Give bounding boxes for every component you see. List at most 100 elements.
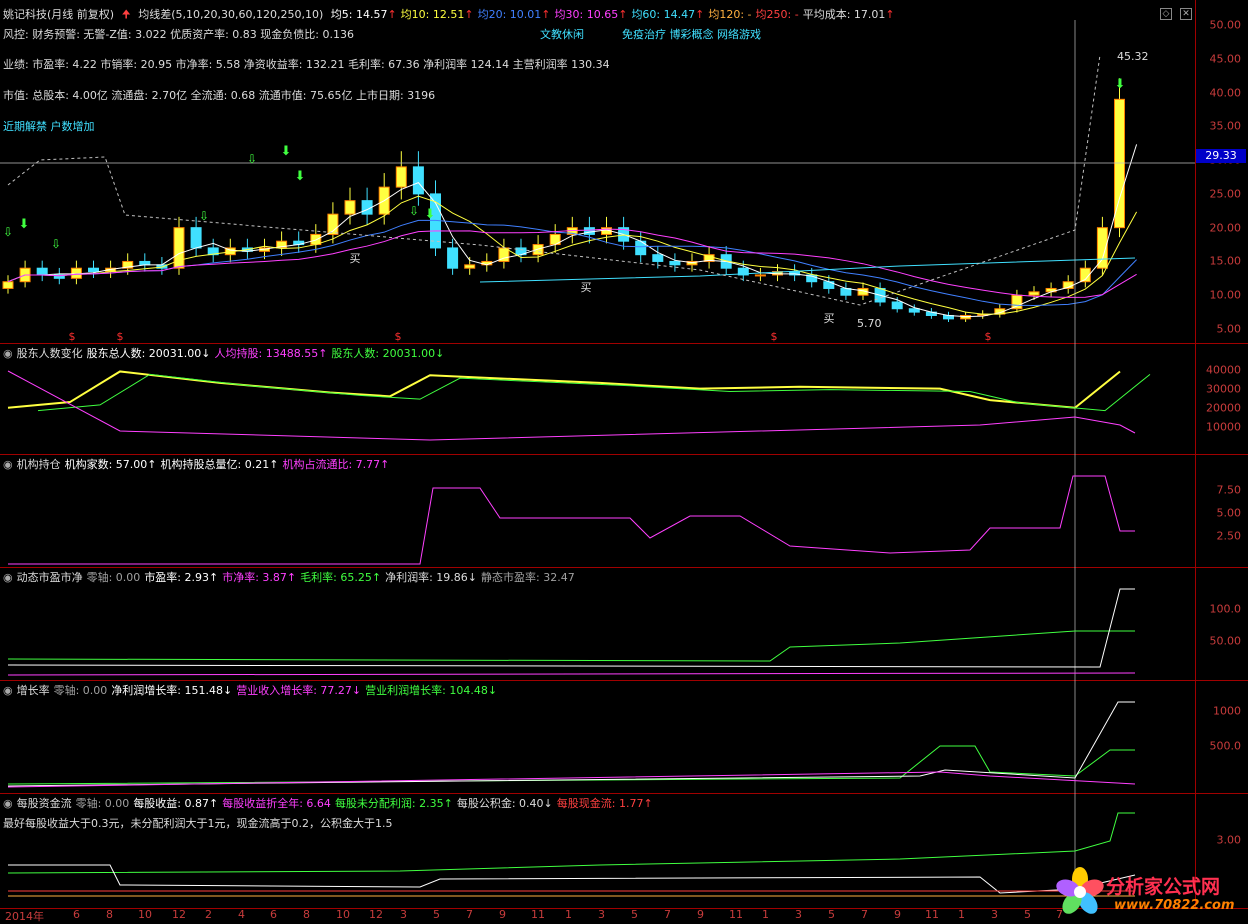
time-tick: 1 [958, 908, 965, 921]
candle-body[interactable] [412, 166, 424, 195]
price-panel[interactable]: ⬇ ⬇ ⬇ ⬇ ⬇ ⇩ ⇩ ⇩ ⇩ ⇩ $ $ $ $ $ 买买买 姚记科技(月线 前复权) 🠉 均线差(5,… [0, 0, 1195, 343]
indicator-value: 每股收益: 0.87↑ [133, 797, 219, 810]
indicator-value: 机构持仓 [16, 458, 61, 471]
candle-body[interactable] [344, 200, 356, 215]
candle-body[interactable] [447, 247, 459, 269]
ma-value-1: 均10: 12.51 [400, 8, 465, 21]
close-icon[interactable]: ✕ [1180, 8, 1192, 20]
arrow-up-icon: ↑ [695, 8, 705, 21]
watermark-url: www.70822.com [1114, 898, 1235, 913]
panel-menu-icon[interactable]: ◉ [3, 458, 13, 471]
pe-line [7, 588, 1135, 668]
watermark-logo: 分析家公式网 www.70822.com [1048, 862, 1248, 923]
axis-tick: 500.0 [1209, 739, 1242, 753]
time-tick: 10 [138, 908, 152, 921]
indicator-axis: 7.50 5.00 2.50 [1195, 454, 1248, 567]
time-tick: 8 [106, 908, 113, 921]
indicator-value: 毛利率: 65.25↑ [300, 571, 382, 584]
indicator-value: 机构持股总量亿: 0.21↑ [160, 458, 279, 471]
panel-menu-icon[interactable]: ◉ [3, 797, 13, 810]
price-tick: 15.00 [1209, 254, 1242, 268]
time-tick: 2014年 [5, 910, 44, 923]
pb-line [7, 672, 1136, 676]
arrow-up-icon: ↑ [885, 8, 895, 21]
dividend-icon: $ [985, 330, 992, 343]
candle-body[interactable] [754, 274, 766, 277]
indicator-panel-inst[interactable]: ◉ 机构持仓 机构家数: 57.00↑ 机构持股总量亿: 0.21↑ 机构占流通比: 7… [0, 454, 1195, 567]
dividend-icon: $ [117, 330, 124, 343]
time-tick: 4 [238, 908, 245, 921]
candle-body[interactable] [139, 260, 151, 266]
recent-events[interactable]: 近期解禁 户数增加 [3, 118, 95, 134]
price-tick: 45.00 [1209, 52, 1242, 66]
candle-body[interactable] [1011, 294, 1023, 310]
indicator-value: 增长率 [16, 684, 50, 697]
price-tick: 25.00 [1209, 187, 1242, 201]
ma-value-6: 均250: - [755, 8, 799, 21]
ma-value-0: 均5: 14.57 [330, 8, 388, 21]
candle-body[interactable] [36, 267, 48, 276]
candle-body[interactable] [395, 166, 407, 188]
panel-menu-icon[interactable]: ◉ [3, 347, 13, 360]
concept-label[interactable]: 文教休闲 [540, 26, 584, 42]
indicator-panel-holders[interactable]: ◉ 股东人数变化 股东总人数: 20031.00↓ 人均持股: 13488.55↑ 股东… [0, 343, 1195, 454]
price-tick: 10.00 [1209, 288, 1242, 302]
candle-body[interactable] [652, 254, 664, 262]
inst-ratio-line [8, 475, 1135, 565]
axis-tick: 10000 [1206, 420, 1241, 434]
ma-values: 均5: 14.57↑ 均10: 12.51↑ 均20: 10.01↑ 均30: 10.… [331, 8, 899, 21]
candle-body[interactable] [669, 260, 681, 266]
ma-indicator-name: 均线差(5,10,20,30,60,120,250,10) [138, 8, 324, 21]
indicator-value: 机构占流通比: 7.77↑ [282, 458, 390, 471]
concept-tags[interactable]: 免疫治疗 博彩概念 网络游戏 [622, 26, 761, 42]
indicator-value: 每股现金流: 1.77↑ [556, 797, 653, 810]
panel-menu-icon[interactable]: ◉ [3, 571, 13, 584]
candle-body[interactable] [532, 244, 544, 256]
indicator-panel-pe[interactable]: ◉ 动态市盈市净 零轴: 0.00 市盈率: 2.93↑ 市净率: 3.87↑ 毛利率: … [0, 567, 1195, 680]
panel-menu-icon[interactable]: ◉ [3, 684, 13, 697]
candle-body[interactable] [88, 267, 99, 273]
arrow-down-icon: ⬇ [281, 144, 292, 159]
indicator-value: 净利润增长率: 151.48↓ [111, 684, 233, 697]
time-axis: 2014年 6 8 10 12 2 4 6 8 10 12 3 5 7 9 11 1 3 5 7 9 11 1 3 5 7 9 11 1… [0, 908, 1195, 923]
market-value-line: 市值: 总股本: 4.00亿 流通盘: 2.70亿 全流通: 0.68 流通市值… [3, 89, 436, 102]
arrow-up-icon: 🠉 [121, 8, 131, 21]
candle-body[interactable] [1028, 291, 1040, 296]
time-tick: 7 [466, 908, 473, 921]
hollow-arrow-icon: ⇩ [51, 237, 61, 251]
watermark-title: 分析家公式网 [1106, 876, 1221, 898]
time-tick: 10 [336, 908, 350, 921]
high-price-label: 45.32 [1117, 50, 1149, 63]
time-tick: 9 [499, 908, 506, 921]
restore-icon[interactable]: ◇ [1160, 8, 1172, 20]
indicator-panel-growth[interactable]: ◉ 增长率 零轴: 0.00 净利润增长率: 151.48↓ 营业收入增长率: 77.2… [0, 680, 1195, 793]
ma-value-4: 均60: 14.47 [631, 8, 696, 21]
arrow-down-icon: ⬇ [295, 169, 306, 184]
indicator-value: 零轴: 0.00 [75, 797, 130, 810]
candle-body[interactable] [908, 308, 920, 313]
arrow-up-icon: ↑ [541, 8, 551, 21]
time-tick: 1 [762, 908, 769, 921]
candle-body[interactable] [840, 287, 852, 296]
indicator-value: 股东人数: 20031.00↓ [331, 347, 445, 360]
axis-tick: 2.50 [1216, 529, 1242, 543]
indicator-header: ◉ 增长率 零轴: 0.00 净利润增长率: 151.48↓ 营业收入增长率: 77.2… [3, 682, 501, 698]
time-tick: 3 [598, 908, 605, 921]
candle-body[interactable] [1114, 98, 1125, 229]
indicator-value: 股东人数变化 [16, 347, 83, 360]
indicator-panel-eps[interactable]: ◉ 每股资金流 零轴: 0.00 每股收益: 0.87↑ 每股收益折全年: 6.64 每股… [0, 793, 1195, 908]
axis-tick: 3.00 [1216, 833, 1242, 847]
candle-body[interactable] [891, 301, 903, 310]
indicator-value: 每股未分配利润: 2.35↑ [334, 797, 453, 810]
price-tick: 20.00 [1209, 221, 1242, 235]
arrow-up-icon: ↑ [464, 8, 474, 21]
axis-tick: 50.00 [1209, 634, 1242, 648]
time-tick: 12 [369, 908, 383, 921]
candle-body[interactable] [2, 281, 14, 289]
candle-body[interactable] [190, 227, 202, 249]
candlestick-chart[interactable]: ⬇⬇⬇⬇⬇⇩⇩⇩⇩ ⇩$ $ $ $ $买买买 [0, 0, 1195, 343]
candle-body[interactable] [464, 264, 476, 269]
indicator-value: 股东总人数: 20031.00↓ [86, 347, 211, 360]
candle-body[interactable] [583, 227, 595, 235]
time-tick: 2 [205, 908, 212, 921]
